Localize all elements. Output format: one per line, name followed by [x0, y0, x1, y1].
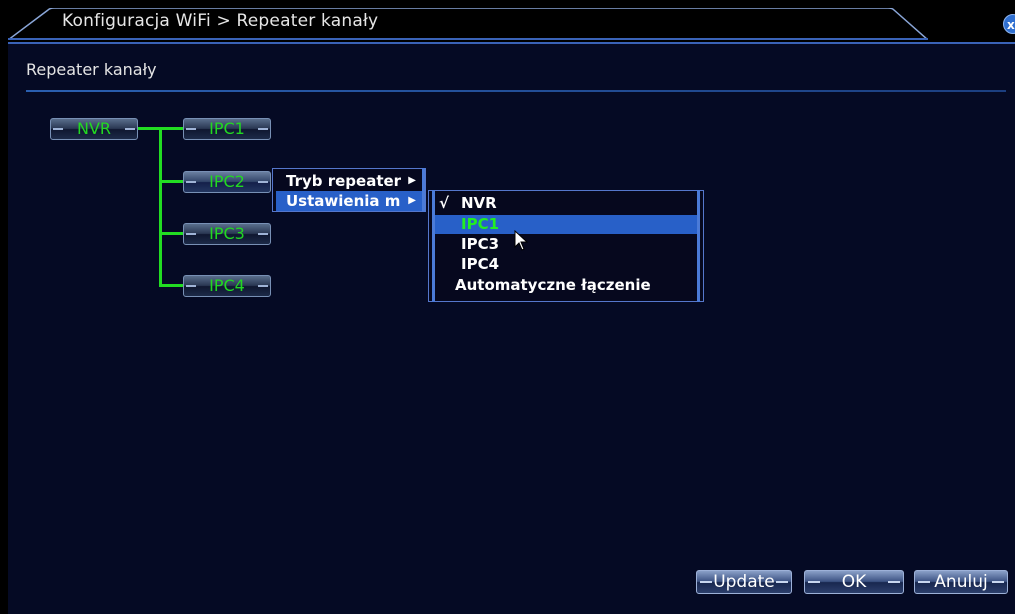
main-panel: Repeater kanały NVR IPC1 IPC2 IPC3 IPC4 …	[8, 42, 1015, 614]
uplink-submenu: √ NVR IPC1 IPC3 IPC4 Automatyczne łączeni…	[428, 190, 704, 302]
close-icon[interactable]: x	[1003, 14, 1015, 34]
submenu-scrollbar	[697, 190, 700, 302]
submenu-left-bar	[432, 190, 435, 302]
menu-item-label: Tryb repeater	[286, 172, 402, 190]
tree-line-ipc4	[159, 284, 183, 287]
title-bar: Konfiguracja WiFi > Repeater kanały x	[0, 0, 1015, 42]
submenu-item-auto-connect[interactable]: Automatyczne łączenie	[433, 276, 699, 295]
node-ipc1[interactable]: IPC1	[183, 118, 271, 140]
submenu-item-label: NVR	[461, 194, 497, 212]
submenu-item-label: IPC4	[461, 255, 500, 273]
submenu-item-ipc3[interactable]: IPC3	[433, 235, 699, 254]
breadcrumb: Konfiguracja WiFi > Repeater kanały	[62, 11, 379, 31]
tree-line-ipc3	[159, 232, 183, 235]
submenu-arrow-icon: ▶	[408, 195, 416, 206]
node-ipc4[interactable]: IPC4	[183, 275, 271, 297]
submenu-item-nvr[interactable]: √ NVR	[433, 194, 699, 213]
submenu-arrow-icon: ▶	[408, 175, 416, 186]
menu-scrollbar	[422, 168, 425, 212]
submenu-item-label: IPC1	[461, 215, 500, 233]
node-context-menu: Tryb repeater ▶ Ustawienia m ▶	[272, 168, 426, 212]
menu-item-repeater-mode[interactable]: Tryb repeater ▶	[276, 171, 422, 191]
mouse-cursor-icon	[514, 230, 529, 251]
submenu-item-ipc4[interactable]: IPC4	[433, 255, 699, 274]
node-ipc2[interactable]: IPC2	[183, 171, 271, 193]
cancel-button[interactable]: Anuluj	[914, 570, 1008, 594]
ok-button[interactable]: OK	[804, 570, 904, 594]
page-title: Repeater kanały	[26, 60, 157, 79]
submenu-item-label: IPC3	[461, 235, 500, 253]
submenu-item-label: Automatyczne łączenie	[455, 276, 651, 294]
node-nvr[interactable]: NVR	[50, 118, 138, 140]
menu-item-label: Ustawienia m	[286, 192, 401, 210]
checkmark-icon: √	[439, 194, 450, 212]
submenu-item-ipc1[interactable]: IPC1	[433, 215, 699, 234]
repeater-channels-window: Konfiguracja WiFi > Repeater kanały x Re…	[0, 0, 1015, 614]
menu-item-settings[interactable]: Ustawienia m ▶	[276, 191, 422, 211]
node-ipc3[interactable]: IPC3	[183, 223, 271, 245]
update-button[interactable]: Update	[696, 570, 792, 594]
title-divider	[26, 90, 1006, 92]
tree-line-trunk	[159, 127, 162, 287]
tree-line-ipc2	[159, 180, 183, 183]
